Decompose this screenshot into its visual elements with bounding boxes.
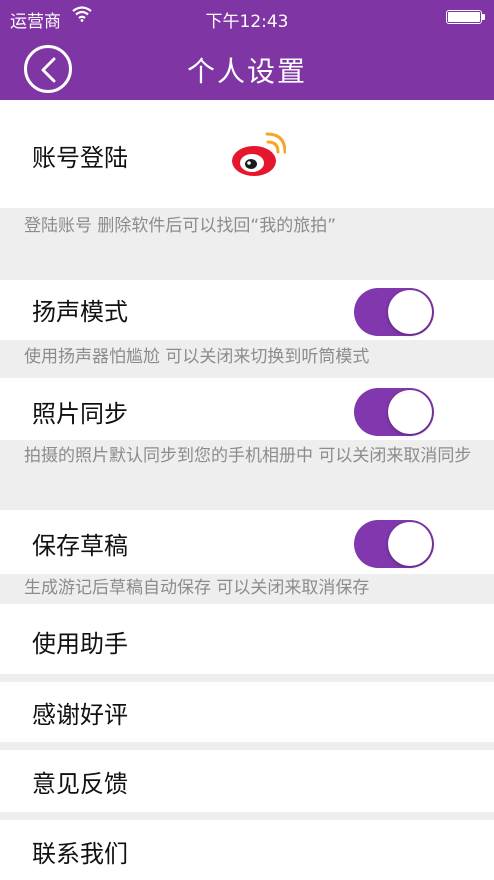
divider: [0, 812, 494, 820]
menu-item-help[interactable]: 使用助手: [0, 604, 494, 674]
divider: [0, 674, 494, 682]
speaker-mode-row: 扬声模式: [0, 280, 494, 340]
speaker-note: 使用扬声器怕尴尬 可以关闭来切换到听筒模式: [24, 347, 370, 367]
battery-icon: [446, 10, 485, 24]
divider: [0, 742, 494, 750]
photo-sync-note: 拍摄的照片默认同步到您的手机相册中 可以关闭来取消同步: [24, 446, 472, 466]
save-drafts-row: 保存草稿: [0, 510, 494, 574]
photo-sync-toggle[interactable]: [354, 388, 434, 436]
save-drafts-label: 保存草稿: [32, 532, 128, 560]
speaker-note-section: 使用扬声器怕尴尬 可以关闭来切换到听筒模式: [0, 340, 494, 378]
photo-sync-label: 照片同步: [32, 400, 128, 428]
photo-sync-note-section: 拍摄的照片默认同步到您的手机相册中 可以关闭来取消同步: [0, 440, 494, 510]
menu-item-label: 意见反馈: [32, 770, 128, 798]
photo-sync-row: 照片同步: [0, 378, 494, 440]
save-drafts-toggle[interactable]: [354, 520, 434, 568]
account-note-section: 登陆账号 删除软件后可以找回“我的旅拍”: [0, 208, 494, 280]
status-time: 下午12:43: [205, 12, 289, 32]
speaker-mode-toggle[interactable]: [354, 288, 434, 336]
drafts-note-section: 生成游记后草稿自动保存 可以关闭来取消保存: [0, 574, 494, 604]
weibo-icon[interactable]: [230, 128, 286, 180]
menu-item-rate[interactable]: 感谢好评: [0, 682, 494, 742]
navigation-bar: 运营商 下午12:43 个人设置: [0, 0, 494, 100]
speaker-mode-label: 扬声模式: [32, 298, 128, 326]
menu-item-contact[interactable]: 联系我们: [0, 820, 494, 880]
menu-item-label: 使用助手: [32, 630, 128, 658]
menu-item-feedback[interactable]: 意见反馈: [0, 750, 494, 812]
page-title: 个人设置: [186, 55, 307, 88]
status-bar: 运营商 下午12:43: [0, 0, 494, 34]
menu-item-label: 联系我们: [32, 840, 128, 868]
menu-item-label: 感谢好评: [32, 701, 128, 729]
drafts-note: 生成游记后草稿自动保存 可以关闭来取消保存: [24, 578, 370, 598]
account-note: 登陆账号 删除软件后可以找回“我的旅拍”: [24, 216, 337, 236]
account-login-label: 账号登陆: [32, 144, 128, 172]
